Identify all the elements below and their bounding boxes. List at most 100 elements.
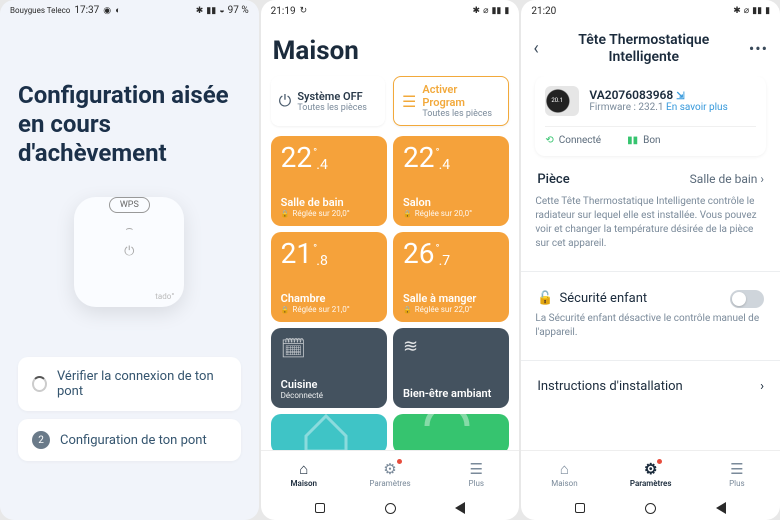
status-time: 17:37 <box>74 5 99 16</box>
divider <box>521 360 780 361</box>
chevron-right-icon: › <box>760 379 764 394</box>
child-lock-description: La Sécurité enfant désactive le contrôle… <box>535 312 766 340</box>
menu-icon: ☰ <box>730 460 743 478</box>
back-button[interactable]: ‹ <box>533 38 538 59</box>
screen-setup: Bouygues Teleco 17:37 ◉ ◐ ✱ ▮▮ ◒ 97 % Co… <box>0 0 259 520</box>
learn-more-link[interactable]: En savoir plus <box>666 102 728 113</box>
page-title: Tête Thermostatique Intelligente <box>547 32 741 66</box>
status-time: 21:19 <box>271 6 296 17</box>
room-name: Salle à manger <box>403 292 499 305</box>
house-icon <box>296 414 356 450</box>
room-tiles-grid: 22°.4 Salle de bain 🔒Réglée sur 20,0° 22… <box>271 136 510 450</box>
tab-settings[interactable]: ⚙ Paramètres <box>608 451 694 496</box>
signal-icon: ▮▮ <box>491 6 501 16</box>
child-lock-row: 🔓Sécurité enfant <box>535 278 766 312</box>
room-tile-chambre[interactable]: 21°.8 Chambre 🔒Réglée sur 21,0° <box>271 232 387 322</box>
signal-icon: ▮▮ <box>206 6 216 16</box>
dnd-icon: ⌀ <box>483 6 488 16</box>
calendar-icon: 🗓 <box>281 336 306 360</box>
link-ok-icon: ⟲ <box>545 135 553 146</box>
sliders-icon: ⚙ <box>644 460 657 478</box>
battery-icon: ▮ <box>765 6 770 16</box>
link-icon[interactable]: ⇲ <box>676 91 684 102</box>
instructions-row[interactable]: Instructions d'installation › <box>535 367 766 406</box>
home-icon: ⌂ <box>299 460 308 478</box>
facebook-icon: ◉ <box>103 6 111 16</box>
screen-trv-detail: 21:20 ✱ ⌀ ▮▮ ▮ ‹ Tête Thermostatique Int… <box>521 0 780 520</box>
room-row[interactable]: Pièce Salle de bain › <box>535 156 766 195</box>
room-subtitle: Déconnecté <box>281 391 377 400</box>
mode-activate-program[interactable]: ☰ Activer Program Toutes les pièces <box>393 76 509 126</box>
air-icon: ≋ <box>403 336 418 357</box>
screen-home: 21:19↻ ✱ ⌀ ▮▮ ▮ Maison ⏻ Système OFF Tou… <box>261 0 520 520</box>
mode-subtitle: Toutes les pièces <box>297 103 367 113</box>
tile-extra-1[interactable] <box>271 414 387 450</box>
room-name: Salon <box>403 196 499 209</box>
step-verify-connection[interactable]: Vérifier la connexion de ton pont <box>18 357 241 411</box>
notification-dot <box>657 459 662 464</box>
battery-icon: ▮ <box>504 6 509 16</box>
room-tile-kitchen[interactable]: 🗓 Cuisine Déconnecté <box>271 328 387 408</box>
wifi-icon: ⌢ <box>125 221 133 236</box>
mode-title: Système OFF <box>297 90 367 103</box>
brand-label: tado° <box>155 292 174 301</box>
child-lock-toggle[interactable] <box>730 290 764 308</box>
room-description: Cette Tête Thermostatique Intelligente c… <box>535 195 766 251</box>
spinner-icon <box>32 376 47 392</box>
divider <box>521 271 780 272</box>
room-name: Cuisine <box>281 378 377 391</box>
home-icon: ⌂ <box>560 460 569 478</box>
step-label: Configuration de ton pont <box>60 433 207 448</box>
tab-bar: ⌂ Maison ⚙ Paramètres ☰ Plus <box>521 450 780 496</box>
nav-back[interactable] <box>455 502 465 514</box>
room-name: Chambre <box>281 292 377 305</box>
bluetooth-icon: ✱ <box>733 6 741 16</box>
battery-ok-icon: ▮▮ <box>627 135 638 146</box>
status-bar: Bouygues Teleco 17:37 ◉ ◐ ✱ ▮▮ ◒ 97 % <box>0 0 259 21</box>
tab-home[interactable]: ⌂ Maison <box>521 451 607 496</box>
power-icon: ⏻ <box>124 244 134 259</box>
signal-icon: ▮▮ <box>752 6 762 16</box>
lock-icon: 🔒 <box>403 306 412 314</box>
tile-name: Bien-être ambiant <box>403 387 499 400</box>
step-number-badge: 2 <box>32 431 50 449</box>
tab-more[interactable]: ☰ Plus <box>694 451 780 496</box>
tab-settings[interactable]: ⚙ Paramètres <box>347 451 433 496</box>
step-configure-bridge[interactable]: 2 Configuration de ton pont <box>18 419 241 461</box>
room-tile-dining[interactable]: 26°.7 Salle à manger 🔒Réglée sur 22,0° <box>393 232 509 322</box>
schedule-icon: ☰ <box>402 92 416 111</box>
nav-back[interactable] <box>716 502 726 514</box>
trv-serial: VA2076083968 ⇲ <box>589 88 727 102</box>
tile-wellbeing[interactable]: ≋ Bien-être ambiant <box>393 328 509 408</box>
trv-thumbnail <box>545 86 579 116</box>
nav-home[interactable] <box>645 503 656 514</box>
more-menu-button[interactable]: ••• <box>749 39 768 58</box>
mode-system-off[interactable]: ⏻ Système OFF Toutes les pièces <box>271 76 385 126</box>
trv-device-card: VA2076083968 ⇲ Firmware : 232.1 En savoi… <box>535 76 766 156</box>
power-icon: ⏻ <box>279 91 292 111</box>
nav-recent[interactable] <box>315 503 325 513</box>
notification-icon: ◐ <box>115 5 120 16</box>
sliders-icon: ⚙ <box>383 460 396 478</box>
room-tile-salon[interactable]: 22°.4 Salon 🔒Réglée sur 20,0° <box>393 136 509 226</box>
carrier-label: Bouygues Teleco <box>10 6 70 15</box>
notification-dot <box>397 459 402 464</box>
setup-steps-list: Vérifier la connexion de ton pont 2 Conf… <box>18 357 241 461</box>
nav-recent[interactable] <box>575 503 585 513</box>
mode-subtitle: Toutes les pièces <box>422 109 502 119</box>
menu-icon: ☰ <box>469 460 482 478</box>
lock-icon: 🔒 <box>281 306 290 314</box>
tab-home[interactable]: ⌂ Maison <box>261 451 347 496</box>
room-tile-bathroom[interactable]: 22°.4 Salle de bain 🔒Réglée sur 20,0° <box>271 136 387 226</box>
status-connected: ⟲Connecté <box>545 135 601 146</box>
dnd-icon: ⌀ <box>744 6 749 16</box>
bridge-device-illustration: WPS ⌢ ⏻ tado° <box>74 197 184 307</box>
unlock-icon: 🔓 <box>537 291 553 306</box>
android-nav-bar <box>261 496 520 520</box>
nav-home[interactable] <box>385 503 396 514</box>
wifi-status-icon: ◒ <box>219 5 224 16</box>
tile-extra-2[interactable] <box>393 414 509 450</box>
status-bar: 21:19↻ ✱ ⌀ ▮▮ ▮ <box>261 0 520 22</box>
eco-icon <box>407 414 487 450</box>
tab-more[interactable]: ☰ Plus <box>433 451 519 496</box>
